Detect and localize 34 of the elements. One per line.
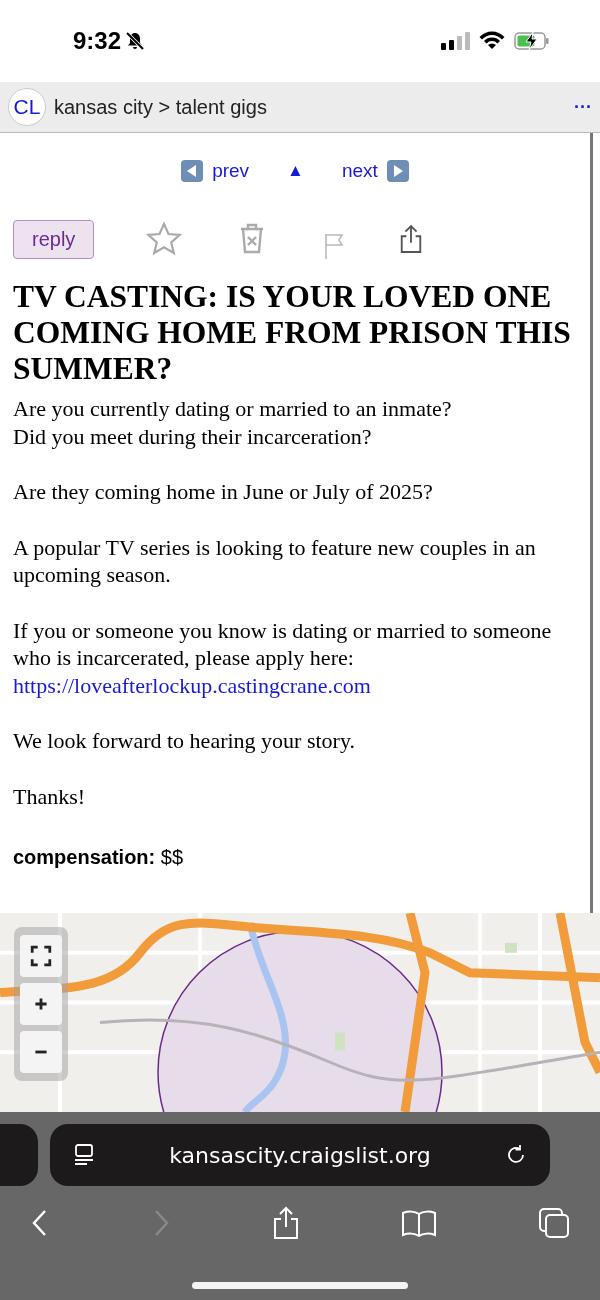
signal-icon <box>440 31 470 51</box>
muted-bell-icon <box>125 31 146 51</box>
compensation-value: $$ <box>160 846 184 868</box>
wifi-icon <box>478 31 506 51</box>
url-text: kansascity.craigslist.org <box>168 1142 432 1168</box>
bookmarks-icon[interactable] <box>401 1209 437 1237</box>
plus-icon <box>33 996 49 1012</box>
breadcrumb[interactable]: kansas city > talent gigs <box>54 95 267 119</box>
prev-link[interactable]: prev <box>212 160 250 182</box>
body-paragraph: If you or someone you know is dating or married to someone who is incarcerated, please apply here: https://loveafterlockup.castingcrane.com <box>13 616 553 699</box>
site-logo[interactable]: CL <box>8 88 46 126</box>
compensation-label: compensation: <box>13 846 156 868</box>
body-paragraph: Are they coming home in June or July of 2025? <box>13 478 434 506</box>
fullscreen-icon <box>30 945 52 967</box>
tabs-icon[interactable] <box>538 1207 570 1239</box>
body-paragraph: A popular TV series is looking to feature new couples in an upcoming season. <box>13 533 537 589</box>
more-menu[interactable]: ··· <box>574 96 592 118</box>
battery-charging-icon <box>514 31 550 51</box>
reply-button[interactable]: reply <box>13 219 95 259</box>
reader-icon[interactable] <box>72 1143 96 1167</box>
body-paragraph: We look forward to hearing your story. <box>13 727 356 755</box>
star-icon[interactable] <box>146 221 183 257</box>
apply-link[interactable]: https://loveafterlockup.castingcrane.com <box>13 672 371 698</box>
body-paragraph: Are you currently dating or married to an inmate? Did you meet during their incarceration? <box>13 395 453 450</box>
tab-preview[interactable] <box>0 1124 38 1186</box>
zoom-in-button[interactable] <box>20 983 62 1025</box>
fullscreen-button[interactable] <box>20 935 62 977</box>
post-title: TV CASTING: IS YOUR LOVED ONE COMING HOME FROM PRISON THIS SUMMER? <box>13 279 572 387</box>
address-bar[interactable]: kansascity.craigslist.org <box>50 1124 550 1186</box>
clock-time: 9:32 <box>73 27 122 55</box>
up-link[interactable]: ▲ <box>287 161 304 181</box>
body-paragraph: Thanks! <box>13 782 87 810</box>
next-link[interactable]: next <box>341 160 378 182</box>
share-icon[interactable] <box>272 1206 300 1240</box>
